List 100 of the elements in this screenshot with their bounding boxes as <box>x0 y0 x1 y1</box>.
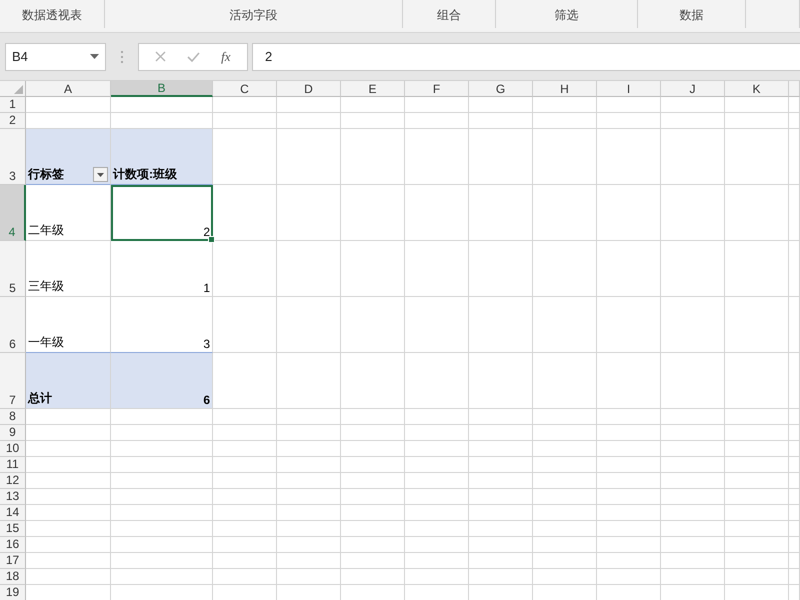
grid-cell[interactable] <box>469 505 533 521</box>
grid-cell[interactable] <box>341 441 405 457</box>
grid-cell[interactable] <box>111 553 213 569</box>
grid-cell[interactable] <box>725 521 789 537</box>
grid-cell[interactable] <box>725 489 789 505</box>
grid-cell[interactable] <box>26 505 111 521</box>
grid-cell[interactable] <box>597 129 661 185</box>
grid-cell[interactable] <box>725 185 789 241</box>
grid-cell[interactable] <box>661 129 725 185</box>
grid-cell[interactable] <box>533 441 597 457</box>
grid-cell[interactable] <box>597 353 661 409</box>
column-header[interactable]: A <box>26 81 111 97</box>
grid-cell[interactable] <box>277 113 341 129</box>
grid-cell[interactable] <box>597 457 661 473</box>
grid-cell[interactable] <box>725 473 789 489</box>
grid-cell[interactable] <box>469 457 533 473</box>
grid-cell[interactable] <box>661 353 725 409</box>
grid-cell[interactable] <box>111 537 213 553</box>
column-header[interactable]: B <box>111 81 213 97</box>
grid-cell[interactable] <box>789 113 800 129</box>
grid-cell[interactable] <box>725 441 789 457</box>
grid-cell[interactable] <box>341 473 405 489</box>
grid-cell[interactable] <box>26 97 111 113</box>
grid-cell[interactable] <box>789 441 800 457</box>
grid-cell[interactable] <box>533 113 597 129</box>
grid-cell[interactable] <box>213 569 277 585</box>
grid-cell[interactable] <box>341 425 405 441</box>
grid-cell[interactable] <box>469 553 533 569</box>
grid-cell[interactable] <box>26 473 111 489</box>
grid-cell[interactable] <box>277 185 341 241</box>
grid-cell[interactable] <box>469 569 533 585</box>
grid-cell[interactable] <box>341 553 405 569</box>
grid-cell[interactable] <box>26 409 111 425</box>
grid-cell[interactable] <box>661 297 725 353</box>
grid-cell[interactable] <box>661 537 725 553</box>
grid-cell[interactable] <box>405 129 469 185</box>
column-header[interactable]: H <box>533 81 597 97</box>
grid-cell[interactable] <box>469 297 533 353</box>
grid-cell[interactable] <box>341 129 405 185</box>
column-header[interactable]: C <box>213 81 277 97</box>
grid-cell[interactable] <box>725 569 789 585</box>
grid-cell[interactable] <box>111 409 213 425</box>
grid-cell[interactable] <box>341 569 405 585</box>
checkmark-icon[interactable] <box>187 52 200 62</box>
grid-cell[interactable] <box>661 457 725 473</box>
grid-cell[interactable] <box>725 505 789 521</box>
grid-cell[interactable] <box>533 505 597 521</box>
grid-cell[interactable] <box>789 425 800 441</box>
grid-cell[interactable] <box>405 297 469 353</box>
grid-cell[interactable] <box>661 489 725 505</box>
grid-cell[interactable] <box>725 297 789 353</box>
grid-cell[interactable] <box>277 353 341 409</box>
grid-cell[interactable] <box>533 457 597 473</box>
grid-cell[interactable] <box>405 537 469 553</box>
grid-cell[interactable] <box>111 473 213 489</box>
grid-cell[interactable] <box>405 521 469 537</box>
grid-cell[interactable] <box>661 97 725 113</box>
grid-cell[interactable] <box>213 409 277 425</box>
grid-cell[interactable] <box>725 425 789 441</box>
grid-cell[interactable] <box>405 489 469 505</box>
grid-cell[interactable] <box>341 489 405 505</box>
grid-cell[interactable] <box>111 457 213 473</box>
grid-cell[interactable] <box>341 409 405 425</box>
grid-cell[interactable] <box>213 489 277 505</box>
grid-cell[interactable] <box>111 425 213 441</box>
grid-cell[interactable] <box>789 241 800 297</box>
grid-cell[interactable] <box>725 409 789 425</box>
grid-cell[interactable] <box>469 185 533 241</box>
grid-cell[interactable] <box>277 241 341 297</box>
grid-cell[interactable] <box>597 473 661 489</box>
grid-cell[interactable] <box>789 409 800 425</box>
row-header[interactable]: 2 <box>0 113 26 129</box>
grid-cell[interactable] <box>789 185 800 241</box>
grid-cell[interactable] <box>405 457 469 473</box>
value-cell[interactable]: 2 <box>111 185 213 241</box>
grid-cell[interactable] <box>213 97 277 113</box>
grid-cell[interactable] <box>789 353 800 409</box>
grid-cell[interactable] <box>661 425 725 441</box>
grid-cell[interactable] <box>661 241 725 297</box>
grid-cell[interactable] <box>725 537 789 553</box>
column-header[interactable] <box>789 81 800 97</box>
grid-cell[interactable] <box>533 489 597 505</box>
grid-cell[interactable] <box>341 297 405 353</box>
row-header[interactable]: 17 <box>0 553 26 569</box>
row-header[interactable]: 13 <box>0 489 26 505</box>
grid-cell[interactable] <box>341 505 405 521</box>
column-header[interactable]: F <box>405 81 469 97</box>
grid-cell[interactable] <box>597 489 661 505</box>
cancel-icon[interactable] <box>155 51 166 62</box>
grid-cell[interactable] <box>277 537 341 553</box>
grid-cell[interactable] <box>469 537 533 553</box>
grid-cell[interactable] <box>26 569 111 585</box>
grid-cell[interactable] <box>533 569 597 585</box>
grid-cell[interactable] <box>533 97 597 113</box>
row-header[interactable]: 5 <box>0 241 26 297</box>
row-header[interactable]: 3 <box>0 129 26 185</box>
grid-cell[interactable] <box>661 185 725 241</box>
row-header[interactable]: 9 <box>0 425 26 441</box>
grid-cell[interactable] <box>277 97 341 113</box>
grid-cell[interactable] <box>725 113 789 129</box>
